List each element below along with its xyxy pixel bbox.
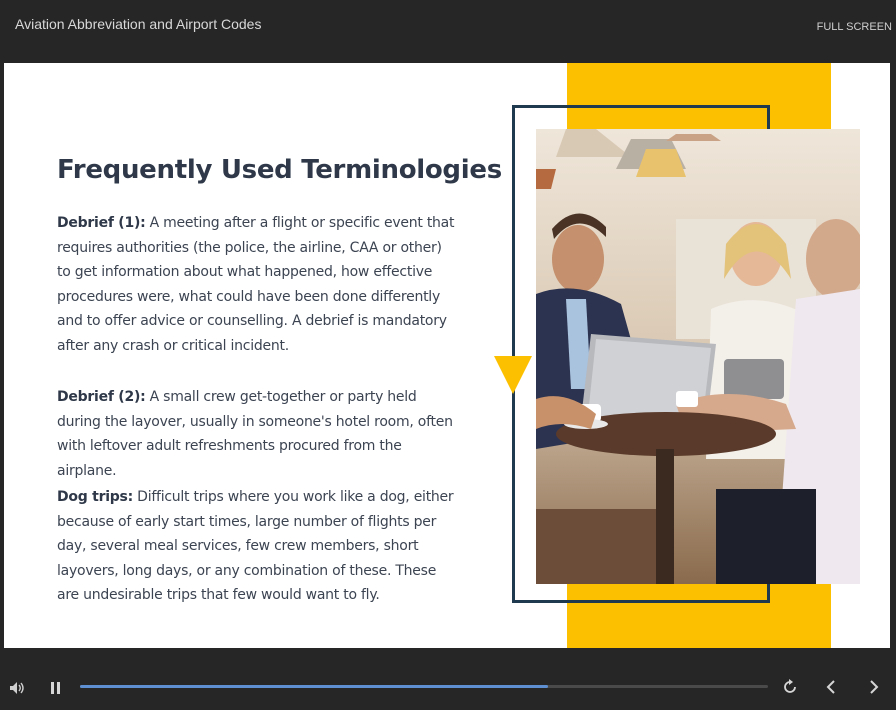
progress-bar[interactable] [80,685,768,688]
progress-fill [80,685,548,688]
definition-debrief-1: Debrief (1): A meeting after a flight or… [57,211,457,358]
pause-icon[interactable] [50,680,62,694]
course-title: Aviation Abbreviation and Airport Codes [15,16,262,32]
business-meeting-photo [536,129,860,584]
slide-heading: Frequently Used Terminologies [57,155,502,185]
term-label: Dog trips: [57,489,133,505]
definition-dog-trips: Dog trips: Difficult trips where you wor… [57,485,457,608]
fullscreen-button[interactable]: FULL SCREEN [817,21,892,33]
term-label: Debrief (2): [57,389,146,405]
volume-icon[interactable] [9,680,25,694]
term-label: Debrief (1): [57,215,146,231]
next-icon[interactable] [868,679,880,695]
triangle-marker [494,356,532,394]
prev-icon[interactable] [825,679,837,695]
slide: Frequently Used Terminologies Debrief (1… [4,63,890,648]
top-bar: Aviation Abbreviation and Airport Codes … [0,0,896,62]
definition-debrief-2: Debrief (2): A small crew get-together o… [57,385,457,483]
replay-icon[interactable] [782,679,798,695]
term-definition: A meeting after a flight or specific eve… [57,215,455,354]
term-definition: Difficult trips where you work like a do… [57,489,454,603]
